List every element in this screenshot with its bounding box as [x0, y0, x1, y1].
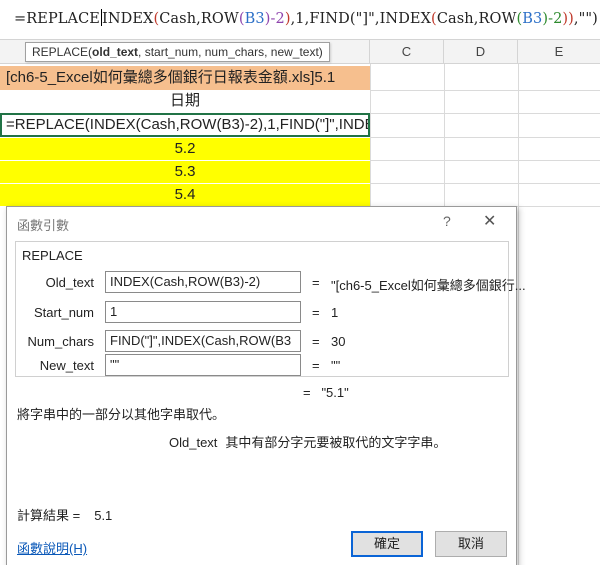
input-value: 1	[110, 304, 118, 319]
column-header-e[interactable]: E	[518, 40, 600, 64]
formula-arg: Cash,ROW	[159, 11, 239, 27]
equals-sign: =	[312, 334, 320, 349]
cell-data[interactable]: 5.4	[0, 184, 370, 206]
formula-fn-index: INDEX	[102, 11, 154, 27]
arg-label-num-chars: Num_chars	[27, 334, 94, 349]
help-icon[interactable]: ?	[443, 213, 451, 229]
calculation-result: 計算結果 = 5.1	[17, 505, 112, 524]
cell-date-header[interactable]: 日期	[0, 90, 370, 112]
arg-label-start-num: Start_num	[34, 305, 94, 320]
input-value: FIND("]",INDEX(Cash,ROW(B3	[110, 333, 292, 348]
formula-prefix: =REPLACE	[14, 11, 100, 27]
old-text-input[interactable]: INDEX(Cash,ROW(B3)-2)⭡	[105, 271, 301, 293]
cell-data[interactable]: 5.2	[0, 138, 370, 160]
arg-desc-name: Old_text	[169, 435, 218, 450]
function-arguments-dialog[interactable]: 函數引數 ? ✕ REPLACE Old_text INDEX(Cash,ROW…	[6, 206, 526, 565]
new-text-result: ""	[331, 358, 341, 373]
equals-sign: =	[312, 275, 320, 290]
formula-ref: B3	[244, 11, 265, 27]
arguments-group: REPLACE Old_text INDEX(Cash,ROW(B3)-2)⭡ …	[15, 241, 526, 377]
overall-result: "5.1"	[321, 385, 349, 400]
formula-ref: B3	[522, 11, 543, 27]
column-label: D	[475, 44, 486, 59]
arg-desc-text: 其中有部分字元要被取代的文字字串。	[225, 435, 447, 450]
cell-active-edit[interactable]: =REPLACE(INDEX(Cash,ROW(B3)-2),1,FIND("]…	[0, 113, 370, 137]
input-value: INDEX(Cash,ROW(B3)-2)	[110, 274, 261, 289]
formula-mid: ,1,FIND("]",	[290, 11, 380, 27]
formula-fn-index-2: INDEX	[379, 11, 432, 27]
formula-bar[interactable]: =REPLACE INDEX(Cash,ROW(B3)-2),1,FIND("]"…	[0, 0, 600, 40]
tooltip-rest: , start_num, num_chars, new_text)	[138, 45, 323, 59]
cell-title[interactable]: [ch6-5_Excel如何彙總多個銀行日報表金額.xls]5.1	[0, 66, 370, 90]
old-text-result: "[ch6-5_Excel如何彙總多個銀行...	[331, 278, 526, 293]
cell-data[interactable]: 5.3	[0, 161, 370, 183]
cancel-button[interactable]: 取消	[435, 531, 507, 557]
formula-paren: ))	[562, 11, 574, 27]
new-text-input[interactable]: ""⭡	[105, 354, 301, 376]
formula-paren: )-2	[542, 11, 563, 27]
function-description: 將字串中的一部分以其他字串取代。	[17, 407, 226, 422]
arg-label-old-text: Old_text	[45, 275, 94, 290]
tooltip-current-arg[interactable]: old_text	[92, 45, 138, 59]
dialog-title: 函數引數	[17, 218, 70, 233]
function-help-link[interactable]: 函數說明(H)	[17, 538, 87, 557]
equals-sign: =	[303, 385, 311, 400]
input-value: ""	[110, 357, 120, 372]
tooltip-fn: REPLACE(	[32, 45, 93, 59]
formula-paren: )-2	[264, 11, 285, 27]
formula-arg: Cash,ROW	[436, 11, 517, 27]
function-tooltip: REPLACE(old_text, start_num, num_chars, …	[25, 42, 330, 62]
start-num-input[interactable]: 1⭡	[105, 301, 301, 323]
start-num-result: 1	[331, 305, 339, 320]
formula-tail: ,"")	[573, 11, 598, 27]
num-chars-input[interactable]: FIND("]",INDEX(Cash,ROW(B3⭡	[105, 330, 301, 352]
close-icon[interactable]: ✕	[483, 211, 496, 231]
formula-text[interactable]: =REPLACE INDEX(Cash,ROW(B3)-2),1,FIND("]"…	[14, 9, 598, 27]
equals-sign: =	[312, 305, 320, 320]
arg-label-new-text: New_text	[39, 358, 94, 373]
argument-description: Old_text 其中有部分字元要被取代的文字字串。	[169, 432, 446, 451]
ok-button[interactable]: 確定	[351, 531, 423, 557]
function-name: REPLACE	[22, 248, 83, 263]
num-chars-result: 30	[331, 334, 346, 349]
column-header-c[interactable]: C	[370, 40, 444, 64]
column-label: C	[401, 44, 412, 59]
column-label: E	[554, 44, 564, 59]
calc-value: 5.1	[94, 508, 113, 523]
calc-label: 計算結果 =	[17, 508, 81, 523]
equals-sign: =	[312, 358, 320, 373]
column-header-d[interactable]: D	[444, 40, 518, 64]
formula-result-preview: = "5.1"	[303, 385, 349, 400]
